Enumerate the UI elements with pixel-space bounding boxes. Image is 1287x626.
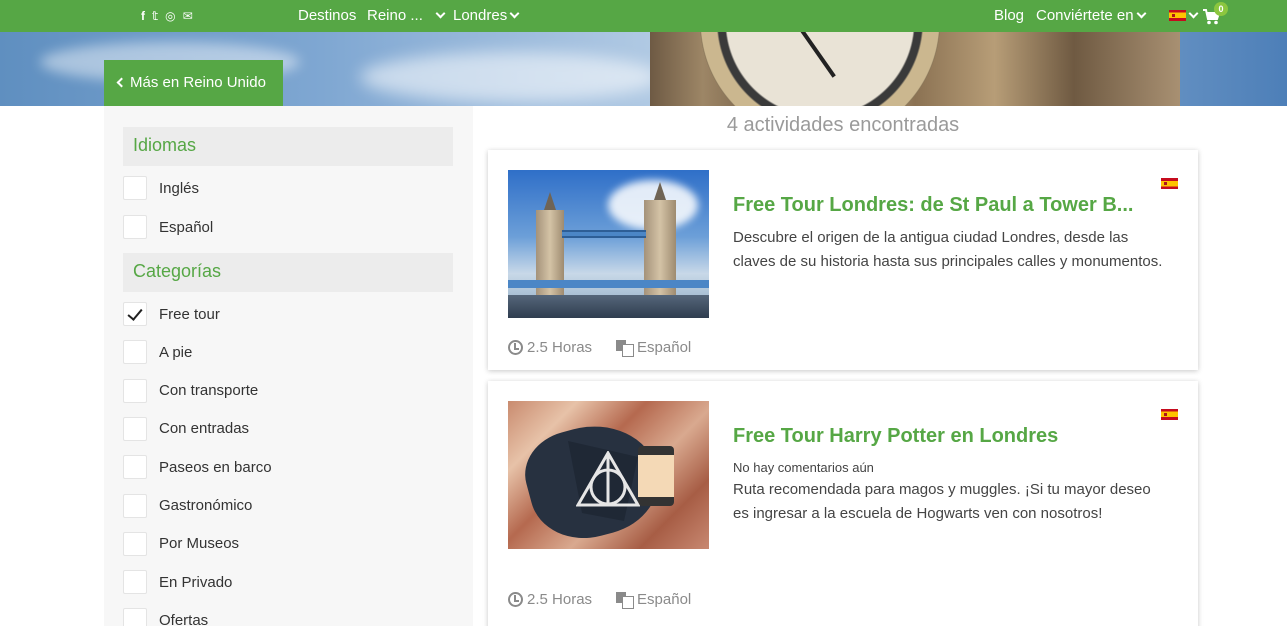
activity-duration: 2.5 Horas <box>527 339 593 356</box>
nav-reino-label: Reino ... <box>367 7 423 24</box>
activity-thumbnail-tower-bridge[interactable] <box>508 170 709 318</box>
category-filter-option[interactable]: Por Museos <box>123 531 240 556</box>
cart-count-badge: 0 <box>1214 2 1228 16</box>
activity-meta: 2.5 Horas Español <box>508 591 692 609</box>
back-to-region-button[interactable]: Más en Reino Unido <box>104 60 283 106</box>
back-button-label: Más en Reino Unido <box>130 74 266 91</box>
category-filter-option[interactable]: Ofertas <box>123 608 208 626</box>
nav-convierte-dropdown[interactable]: Conviértete en <box>1036 7 1147 25</box>
spain-flag-icon <box>1169 10 1186 21</box>
activity-card[interactable]: Free Tour Londres: de St Paul a Tower B.… <box>488 150 1198 370</box>
category-filter-option[interactable]: Gastronómico <box>123 493 253 518</box>
filter-checkbox[interactable] <box>123 455 147 480</box>
filters-sidebar: Idiomas Inglés Español Categorías Free to… <box>104 106 473 626</box>
instagram-icon[interactable]: ◎ <box>165 9 175 23</box>
filter-label: Gastronómico <box>159 497 253 514</box>
filter-label: Con entradas <box>159 420 250 438</box>
envelope-icon[interactable]: ✉ <box>183 9 193 23</box>
idiomas-heading: Idiomas <box>123 127 453 166</box>
filter-checkbox[interactable] <box>123 302 147 326</box>
filter-label: Paseos en barco <box>159 458 272 476</box>
filter-label: A pie <box>159 343 193 361</box>
twitter-icon[interactable]: 𝕥 <box>152 9 158 23</box>
image-spire <box>544 192 556 210</box>
filter-checkbox[interactable] <box>123 340 147 365</box>
top-navbar: f 𝕥 ◎ ✉ Destinos Reino ... Londres Blog … <box>0 0 1287 32</box>
image-spire <box>654 182 666 200</box>
category-filter-option[interactable]: Paseos en barco <box>123 455 272 480</box>
results-count: 4 actividades encontradas <box>726 114 960 136</box>
filter-checkbox[interactable] <box>123 176 147 200</box>
filter-label: Ofertas <box>159 611 209 626</box>
category-filter-option[interactable]: A pie <box>123 340 193 365</box>
filter-checkbox[interactable] <box>123 531 147 556</box>
hero-cloud <box>360 52 660 102</box>
activity-card[interactable]: Free Tour Harry Potter en Londres No hay… <box>488 381 1198 626</box>
spain-flag-icon <box>1161 409 1178 420</box>
activity-language: Español <box>637 339 692 356</box>
filter-label: Con transporte <box>159 382 259 400</box>
filter-checkbox[interactable] <box>123 416 147 441</box>
nav-londres-label: Londres <box>453 7 508 24</box>
facebook-icon[interactable]: f <box>141 9 145 23</box>
filter-checkbox[interactable] <box>123 215 147 239</box>
filter-label: Inglés <box>159 179 200 197</box>
clock-icon <box>508 340 523 355</box>
activity-description: Descubre el origen de la antigua ciudad … <box>733 229 1163 270</box>
image-river <box>508 295 709 318</box>
chevron-down-icon <box>1136 8 1147 19</box>
filter-checkbox[interactable] <box>123 570 147 595</box>
activity-meta: 2.5 Horas Español <box>508 339 692 357</box>
category-filter-option[interactable]: Con transporte <box>123 378 259 403</box>
activity-title-link[interactable]: Free Tour Harry Potter en Londres <box>733 425 1158 448</box>
chevron-down-icon <box>435 8 446 19</box>
deathly-hallows-icon <box>576 451 640 507</box>
language-icon <box>616 340 635 357</box>
filter-label: Free tour <box>159 305 220 323</box>
image-walkway <box>562 230 646 238</box>
categorias-heading: Categorías <box>123 253 453 292</box>
filter-label: En Privado <box>159 573 233 591</box>
category-filter-option[interactable]: En Privado <box>123 570 233 595</box>
filter-label: Por Museos <box>159 535 240 553</box>
spain-flag-icon <box>1161 178 1178 189</box>
language-selector[interactable] <box>1169 8 1199 26</box>
image-lamp <box>638 446 674 506</box>
filter-label: Español <box>159 218 214 236</box>
nav-convierte-label: Conviértete en <box>1036 7 1134 24</box>
language-icon <box>616 592 635 609</box>
nav-blog-label: Blog <box>994 7 1025 24</box>
filter-checkbox[interactable] <box>123 378 147 403</box>
activity-language: Español <box>637 591 692 608</box>
hero-clock-face <box>700 32 940 106</box>
image-deck <box>508 280 709 288</box>
category-filter-option[interactable]: Free tour <box>123 302 220 326</box>
chevron-down-icon <box>1188 8 1199 19</box>
filter-checkbox[interactable] <box>123 608 147 626</box>
activity-review-count: No hay comentarios aún <box>733 460 874 475</box>
social-links: f 𝕥 ◎ ✉ <box>141 9 193 23</box>
language-filter-option[interactable]: Español <box>123 215 213 239</box>
clock-icon <box>508 592 523 607</box>
nav-reino-dropdown[interactable]: Reino ... <box>367 7 446 25</box>
category-filter-option[interactable]: Con entradas <box>123 416 250 441</box>
nav-londres-dropdown[interactable]: Londres <box>453 7 520 25</box>
activity-duration: 2.5 Horas <box>527 591 593 608</box>
nav-destinos[interactable]: Destinos <box>298 7 356 25</box>
nav-destinos-label: Destinos <box>298 7 357 24</box>
activity-title-link[interactable]: Free Tour Londres: de St Paul a Tower B.… <box>733 194 1158 217</box>
chevron-left-icon <box>116 77 127 88</box>
filter-checkbox[interactable] <box>123 493 147 518</box>
chevron-down-icon <box>509 8 520 19</box>
language-filter-option[interactable]: Inglés <box>123 176 199 200</box>
activity-thumbnail-harry-potter[interactable] <box>508 401 709 549</box>
nav-blog[interactable]: Blog <box>994 7 1024 25</box>
activity-description: Ruta recomendada para magos y muggles. ¡… <box>733 481 1151 522</box>
